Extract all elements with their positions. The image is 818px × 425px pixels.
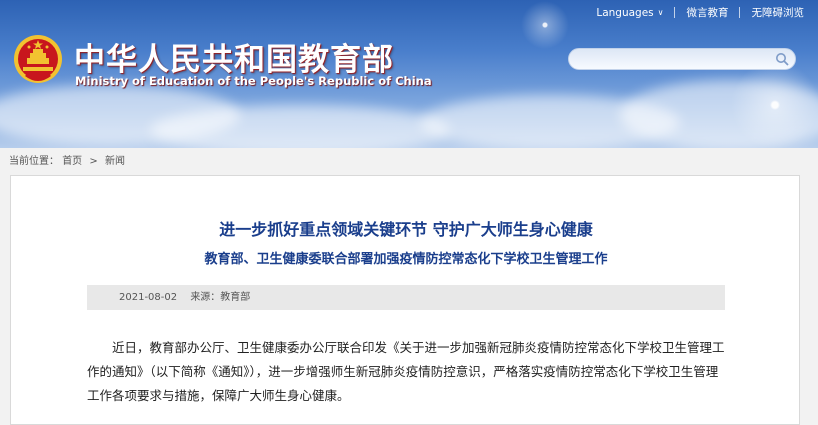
breadcrumb-current[interactable]: 新闻	[105, 156, 125, 167]
chevron-down-icon: ∨	[657, 8, 664, 17]
article-paragraph: 近日，教育部办公厅、卫生健康委办公厅联合印发《关于进一步加强新冠肺炎疫情防控常态…	[87, 340, 725, 403]
top-bar: Languages ∨ 微言教育 无障碍浏览	[584, 5, 804, 20]
accessibility-link[interactable]: 无障碍浏览	[752, 5, 805, 20]
search-icon[interactable]	[775, 52, 789, 66]
breadcrumb-separator: >	[89, 156, 98, 167]
weibo-link[interactable]: 微言教育	[687, 5, 729, 20]
dandelion-decoration	[520, 0, 570, 50]
breadcrumb-label: 当前位置：	[9, 156, 59, 167]
separator	[673, 7, 675, 18]
cloud-decoration	[150, 105, 450, 148]
languages-label: Languages	[596, 6, 654, 19]
site-header: Languages ∨ 微言教育 无障碍浏览 中华人民共和国教育部 Minist…	[0, 0, 818, 148]
article-panel: 进一步抓好重点领域关键环节 守护广大师生身心健康 教育部、卫生健康委联合部署加强…	[10, 175, 800, 425]
article-title: 进一步抓好重点领域关键环节 守护广大师生身心健康	[219, 220, 593, 239]
search-input[interactable]	[579, 50, 773, 71]
article-date: 2021-08-02	[119, 292, 178, 303]
article-meta: 2021-08-02 来源：教育部	[87, 285, 725, 310]
article-source: 来源：教育部	[190, 292, 251, 303]
languages-link[interactable]: Languages ∨	[596, 7, 663, 19]
article-subtitle: 教育部、卫生健康委联合部署加强疫情防控常态化下学校卫生管理工作	[204, 252, 608, 267]
breadcrumb-home[interactable]: 首页	[62, 156, 82, 167]
search-box[interactable]	[568, 48, 796, 71]
breadcrumb: 当前位置： 首页 > 新闻	[9, 152, 129, 167]
site-title[interactable]: 中华人民共和国教育部	[74, 34, 394, 79]
site-subtitle: Ministry of Education of the People's Re…	[75, 74, 432, 88]
separator	[738, 7, 740, 18]
dandelion-decoration	[730, 60, 818, 148]
national-emblem-icon[interactable]	[13, 34, 63, 86]
